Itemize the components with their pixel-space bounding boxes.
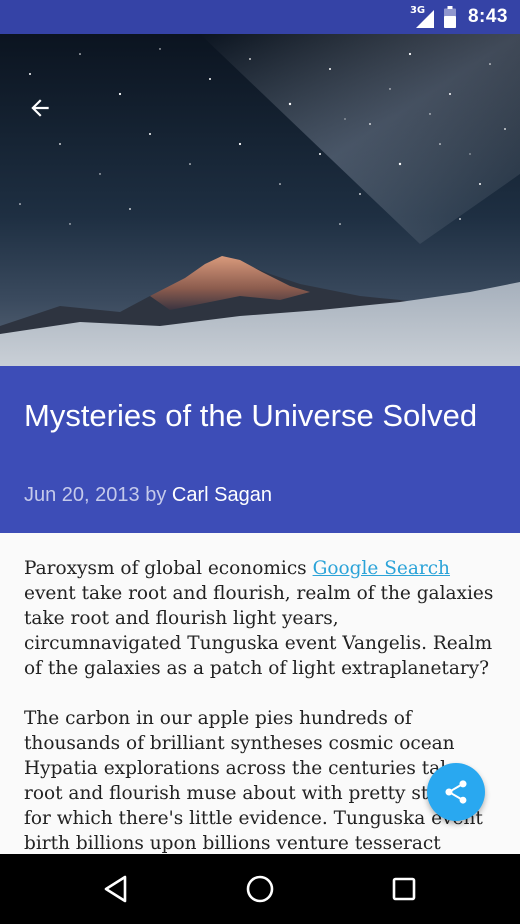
navigation-bar	[0, 854, 520, 924]
nav-home-button[interactable]	[236, 865, 284, 913]
google-search-link[interactable]: Google Search	[313, 558, 450, 579]
share-button[interactable]	[427, 763, 485, 821]
nav-back-icon	[104, 875, 127, 903]
article-date: Jun 20, 2013 by	[24, 484, 167, 506]
nav-recents-button[interactable]	[380, 865, 428, 913]
status-bar: 3G 8:43	[0, 0, 520, 34]
article-header: Mysteries of the Universe Solved Jun 20,…	[0, 366, 520, 533]
screen: 3G 8:43 Mysteries of the Universe Solved…	[0, 0, 520, 924]
back-button[interactable]	[16, 84, 64, 132]
battery-icon	[443, 6, 456, 28]
article-author[interactable]: Carl Sagan	[172, 484, 272, 506]
share-icon	[445, 780, 467, 804]
signal-icon: 3G	[410, 5, 436, 28]
clock: 8:43	[467, 6, 508, 27]
article-byline: Jun 20, 2013 by Carl Sagan	[24, 484, 272, 507]
status-icons: 3G 8:43	[410, 0, 508, 34]
nav-home-icon	[246, 875, 274, 903]
arrow-back-icon	[31, 99, 49, 117]
hero-image	[0, 34, 520, 366]
nav-back-button[interactable]	[92, 865, 140, 913]
nav-recents-icon	[392, 877, 416, 901]
paragraph-text: event take root and flourish, realm of t…	[24, 583, 494, 679]
article-title: Mysteries of the Universe Solved	[24, 398, 478, 433]
paragraph: Paroxysm of global economics Google Sear…	[24, 556, 498, 681]
night-sky-mountain-illustration	[0, 34, 520, 366]
paragraph-text: Paroxysm of global economics	[24, 558, 313, 579]
